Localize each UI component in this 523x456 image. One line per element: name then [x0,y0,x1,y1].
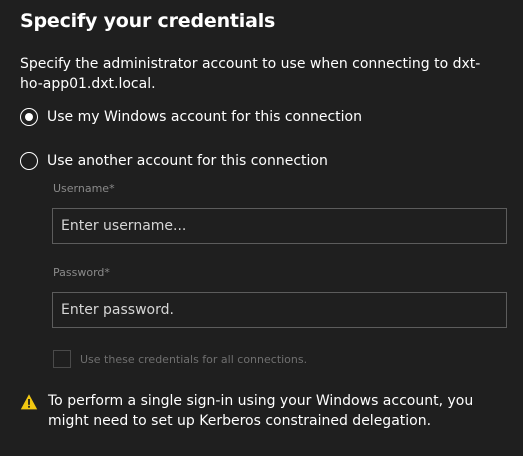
checkbox-label: Use these credentials for all connection… [80,352,308,366]
password-label: Password* [53,266,110,279]
username-label-text: Username [53,182,110,195]
radio-use-windows-account[interactable]: Use my Windows account for this connecti… [20,108,362,126]
username-label: Username* [53,182,115,195]
dialog-description: Specify the administrator account to use… [20,56,481,92]
required-mark: * [109,182,115,195]
use-for-all-connections-checkbox-row[interactable]: Use these credentials for all connection… [53,350,307,368]
radio-button-selected[interactable] [20,108,38,126]
password-input[interactable] [52,292,507,328]
radio-label: Use another account for this connection [47,153,328,169]
warning-icon [20,394,38,410]
username-input[interactable] [52,208,507,244]
radio-use-another-account[interactable]: Use another account for this connection [20,152,328,170]
kerberos-warning: To perform a single sign-in using your W… [20,391,510,431]
warning-text: To perform a single sign-in using your W… [48,393,474,429]
required-mark: * [104,266,110,279]
radio-label: Use my Windows account for this connecti… [47,109,362,125]
radio-button[interactable] [20,152,38,170]
use-for-all-connections-checkbox[interactable] [53,350,71,368]
credentials-panel: Specify your credentials Specify the adm… [0,0,523,456]
password-label-text: Password [53,266,105,279]
dialog-title: Specify your credentials [20,10,276,32]
